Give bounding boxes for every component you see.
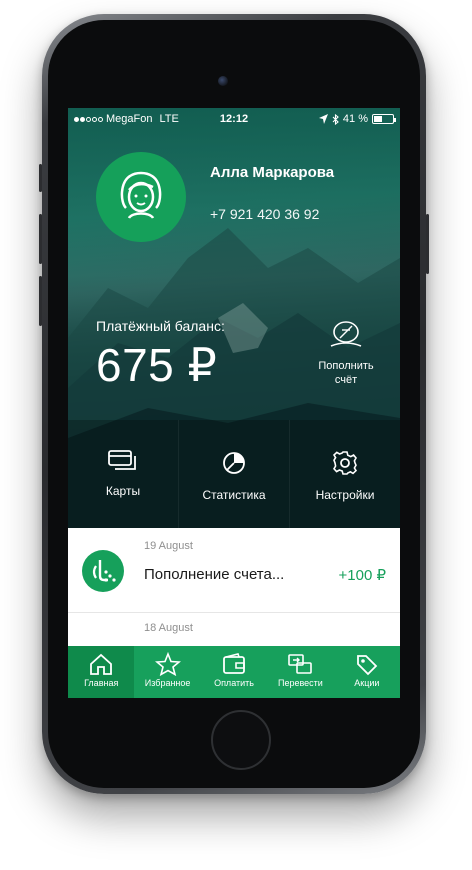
tag-icon — [356, 655, 378, 676]
home-icon — [90, 653, 113, 675]
tab-transfer[interactable]: Перевести — [267, 646, 333, 698]
transaction-title[interactable]: Пополнение счета... — [144, 566, 284, 583]
battery-icon — [372, 114, 396, 124]
mute-switch — [39, 164, 42, 192]
topup-label: Пополнить счёт — [318, 360, 374, 386]
bluetooth-icon — [332, 113, 339, 125]
quick-action-settings[interactable]: Настройки — [290, 420, 400, 528]
tab-label: Избранное — [144, 678, 191, 688]
location-arrow-icon — [318, 114, 328, 124]
tab-label: Главная — [84, 678, 119, 688]
quick-action-label: Карты — [105, 484, 141, 498]
tab-favorites[interactable]: Избранное — [134, 646, 200, 698]
user-name: Алла Маркарова — [210, 164, 335, 181]
volume-down-button — [39, 276, 42, 326]
avatar[interactable] — [96, 152, 186, 242]
power-button — [426, 214, 429, 274]
tab-promotions[interactable]: Акции — [334, 646, 400, 698]
feed-divider — [68, 612, 400, 613]
balance-label: Платёжный баланс: — [96, 318, 225, 334]
user-phone: +7 921 420 36 92 — [210, 206, 320, 222]
feed-date: 19 August — [144, 540, 193, 552]
feed-date: 18 August — [144, 622, 193, 634]
star-icon — [154, 652, 181, 676]
transaction-feed: 19 August Пополнение счета... +100 ₽ 18 … — [68, 528, 400, 646]
topup-button[interactable]: Пополнить счёт — [306, 318, 386, 387]
transfer-icon — [288, 654, 313, 674]
transaction-amount: +100 ₽ — [338, 567, 387, 584]
quick-action-statistics[interactable]: Статистика — [179, 420, 290, 528]
balance-value: 675 ₽ — [96, 339, 218, 391]
tab-label: Оплатить — [214, 678, 254, 688]
gear-icon — [332, 451, 358, 475]
user-avatar-icon — [120, 171, 162, 219]
status-bar: MegaFon LTE 12:12 41 % — [68, 108, 400, 130]
home-button[interactable] — [211, 710, 271, 770]
cards-icon — [108, 450, 136, 470]
volume-up-button — [39, 214, 42, 264]
battery-percent: 41 % — [342, 113, 368, 125]
app-screen: MegaFon LTE 12:12 41 % Алла Маркарова +7… — [68, 108, 400, 698]
tab-label: Акции — [354, 678, 380, 688]
quick-action-cards[interactable]: Карты — [68, 420, 179, 528]
megafon-logo-icon — [82, 550, 124, 592]
tab-pay[interactable]: Оплатить — [201, 646, 267, 698]
tab-label: Перевести — [278, 678, 323, 688]
wallet-icon — [223, 653, 245, 674]
quick-action-label: Статистика — [202, 488, 266, 502]
front-camera — [218, 76, 228, 86]
hero-header: MegaFon LTE 12:12 41 % Алла Маркарова +7… — [68, 108, 400, 528]
quick-action-label: Настройки — [315, 488, 375, 502]
quick-actions: Карты Статистика Настройки — [68, 420, 400, 528]
tab-bar: Главная Избранное Оплатить Перевести Акц… — [68, 646, 400, 698]
coin-plus-icon — [330, 321, 362, 347]
pie-chart-icon — [223, 452, 245, 474]
tab-home[interactable]: Главная — [68, 646, 135, 698]
